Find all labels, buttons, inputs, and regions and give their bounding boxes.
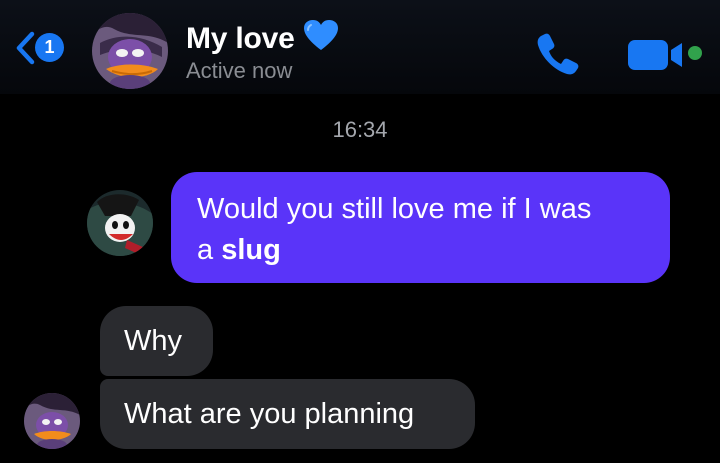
voice-call-button[interactable] bbox=[535, 30, 581, 76]
video-call-button[interactable] bbox=[624, 36, 708, 72]
phone-icon bbox=[537, 33, 579, 75]
message-text: Why bbox=[124, 324, 182, 357]
contact-avatar[interactable] bbox=[92, 13, 168, 89]
message-line-1: Would you still love me if I was bbox=[197, 193, 592, 225]
sender-avatar bbox=[87, 190, 153, 256]
contact-message-avatar bbox=[24, 393, 80, 449]
video-camera-icon bbox=[628, 40, 702, 70]
message-line-2: a slug bbox=[197, 230, 646, 271]
chevron-left-icon bbox=[16, 31, 35, 65]
message-timestamp: 16:34 bbox=[332, 117, 388, 142]
active-status: Active now bbox=[186, 58, 293, 83]
blue-heart-icon bbox=[303, 19, 339, 59]
message-text: What are you planning bbox=[124, 397, 415, 430]
incoming-message-bubble[interactable]: What are you planning bbox=[100, 379, 475, 449]
outgoing-message-bubble[interactable]: Would you still love me if I was a slug bbox=[171, 172, 670, 283]
unread-count-badge: 1 bbox=[35, 33, 64, 62]
contact-name[interactable]: My love bbox=[186, 19, 339, 59]
message-line-2-prefix: a bbox=[197, 234, 214, 266]
message-bold-word: slug bbox=[221, 234, 281, 266]
contact-name-text: My love bbox=[186, 22, 295, 55]
chat-header: 1 My love Active now bbox=[0, 0, 720, 94]
incoming-message-bubble[interactable]: Why bbox=[100, 306, 213, 376]
back-button[interactable]: 1 bbox=[14, 30, 78, 66]
